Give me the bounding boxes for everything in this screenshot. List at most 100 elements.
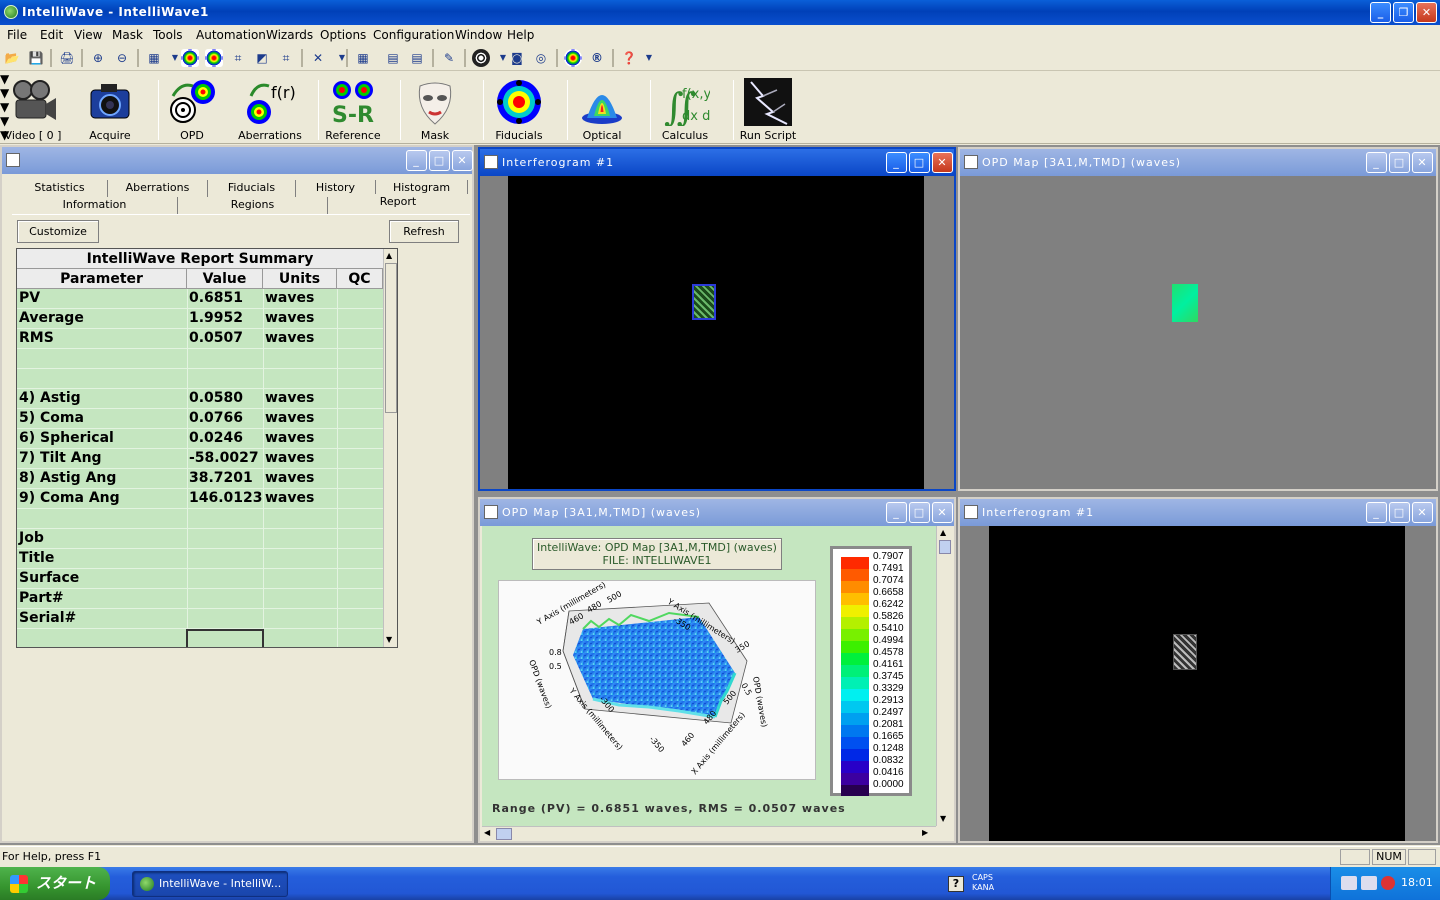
menu-mask[interactable]: Mask (112, 28, 143, 42)
tab-aberrations[interactable]: Aberrations (108, 180, 208, 197)
pencil-icon[interactable]: ✎ (440, 49, 458, 67)
scroll-up-arrow-icon[interactable]: ▲ (940, 528, 946, 537)
ime-status[interactable]: CAPS KANA (972, 873, 994, 893)
scroll-up-arrow-icon[interactable]: ▲ (386, 251, 392, 260)
table-row[interactable]: Job (17, 529, 383, 549)
selected-cell[interactable] (186, 629, 264, 647)
restore-button[interactable]: ❐ (1393, 2, 1414, 23)
column-header-parameter[interactable]: Parameter (17, 269, 187, 289)
scroll-left-arrow-icon[interactable]: ◀ (484, 828, 490, 837)
maximize-button[interactable]: □ (909, 502, 930, 523)
maximize-button[interactable]: □ (429, 150, 450, 171)
minimize-button[interactable]: _ (886, 502, 907, 523)
table-row[interactable]: PV 0.6851 waves (17, 289, 383, 309)
scroll-down-arrow-icon[interactable]: ▼ (386, 635, 392, 644)
lens-icon[interactable]: ◎ (532, 49, 550, 67)
tab-statistics[interactable]: Statistics (12, 180, 108, 197)
tab-information[interactable]: Information (12, 197, 178, 214)
table-row[interactable]: Surface (17, 569, 383, 589)
table-row[interactable]: Part# (17, 589, 383, 609)
tab-report[interactable]: Report (328, 194, 468, 212)
minimize-button[interactable]: _ (1366, 152, 1387, 173)
menu-wizards[interactable]: Wizards (266, 28, 313, 42)
tab-regions[interactable]: Regions (178, 197, 328, 214)
table-row[interactable]: 8) Astig Ang 38.7201 waves (17, 469, 383, 489)
menu-automation[interactable]: Automation (196, 28, 266, 42)
table-row[interactable]: Serial# (17, 609, 383, 629)
start-button[interactable]: スタート (0, 867, 110, 900)
opd-map-window-caption[interactable]: OPD Map [3A1,M,TMD] (waves) _ □ ✕ (480, 499, 954, 526)
maximize-button[interactable]: □ (1389, 502, 1410, 523)
table-row[interactable] (17, 349, 383, 369)
video-tool-button[interactable]: Video [ 0 ] (2, 76, 64, 142)
reference-tool-button[interactable]: S-R Reference (324, 76, 382, 142)
open-icon[interactable]: 📂 (3, 49, 21, 67)
mask-tool-button[interactable]: Mask (406, 76, 464, 142)
menu-view[interactable]: View (74, 28, 102, 42)
scroll-right-arrow-icon[interactable]: ▶ (922, 828, 928, 837)
volume-icon[interactable] (1361, 876, 1377, 890)
scroll-down-arrow-icon[interactable]: ▼ (940, 814, 946, 823)
table-row[interactable] (17, 509, 383, 529)
app-title-bar[interactable]: IntelliWave - IntelliWave1 _ ❐ ✕ (0, 0, 1440, 25)
xz-plot-icon[interactable]: ⌗ (277, 49, 295, 67)
table-row[interactable]: 9) Coma Ang 146.0123 waves (17, 489, 383, 509)
table-row[interactable]: Title (17, 549, 383, 569)
surface-plot[interactable]: 460 480 500 Y Axis (millimeters) Y Axis … (498, 580, 816, 780)
scrollbar-thumb[interactable] (385, 263, 397, 413)
menu-edit[interactable]: Edit (40, 28, 63, 42)
ime-help-icon[interactable]: ? (948, 876, 964, 892)
security-icon[interactable] (1381, 876, 1395, 890)
menu-configuration[interactable]: Configuration (373, 28, 454, 42)
calculus-tool-button[interactable]: ∬ f(x,y) dx dy Calculus (656, 76, 714, 142)
horizontal-scrollbar[interactable]: ◀ ▶ (482, 826, 936, 841)
fiducials-tool-button[interactable]: Fiducials (489, 76, 549, 142)
zoom-out-icon[interactable]: ⊖ (113, 49, 131, 67)
menu-help[interactable]: Help (507, 28, 534, 42)
dropdown-arrow-icon[interactable]: ▼ (640, 49, 658, 67)
close-button[interactable]: ✕ (932, 152, 953, 173)
close-button[interactable]: ✕ (452, 150, 473, 171)
opd-tool-button[interactable]: OPD (164, 76, 220, 142)
customize-button[interactable]: Customize (17, 220, 99, 243)
menu-options[interactable]: Options (320, 28, 366, 42)
opd-map-image[interactable] (960, 176, 1436, 489)
acquire-tool-button[interactable]: Acquire (82, 76, 138, 142)
vertical-scrollbar[interactable]: ▲ ▼ (383, 249, 397, 647)
taskbar-item-intelliwave[interactable]: IntelliWave - IntelliW... (132, 871, 288, 897)
column-header-value[interactable]: Value (187, 269, 263, 289)
report-window-caption[interactable]: _ □ ✕ (2, 147, 473, 174)
document-icon[interactable]: ▤ (408, 49, 426, 67)
dropdown-arrow-icon[interactable]: ▼ (333, 49, 351, 67)
save-icon[interactable]: 💾 (27, 49, 45, 67)
profile-icon[interactable]: ✕ (309, 49, 327, 67)
close-button[interactable]: ✕ (1412, 152, 1433, 173)
clock[interactable]: 18:01 (1401, 876, 1433, 889)
minimize-button[interactable]: _ (886, 152, 907, 173)
grid-icon[interactable]: ▦ (354, 49, 372, 67)
interferogram-window-caption[interactable]: Interferogram #1 _ □ ✕ (480, 149, 954, 176)
interferogram-image[interactable] (989, 526, 1405, 841)
menu-file[interactable]: File (7, 28, 27, 42)
registered-icon[interactable]: ® (588, 49, 606, 67)
menu-window[interactable]: Window (455, 28, 502, 42)
close-button[interactable]: ✕ (932, 502, 953, 523)
interferogram-window-caption[interactable]: Interferogram #1 _ □ ✕ (960, 499, 1436, 526)
scrollbar-thumb[interactable] (496, 828, 512, 840)
column-header-units[interactable]: Units (263, 269, 337, 289)
help-icon[interactable]: ❓ (620, 49, 638, 67)
display-mode-icon[interactable]: ▦ (145, 49, 163, 67)
refresh-button[interactable]: Refresh (389, 220, 459, 243)
close-button[interactable]: ✕ (1412, 502, 1433, 523)
opd-plot-area[interactable]: IntelliWave: OPD Map [3A1,M,TMD] (waves)… (482, 526, 936, 826)
table-row[interactable]: Average 1.9952 waves (17, 309, 383, 329)
contour-map-icon[interactable] (181, 49, 199, 67)
tab-fiducials[interactable]: Fiducials (208, 180, 296, 197)
minimize-button[interactable]: _ (406, 150, 427, 171)
color-wheel-icon[interactable] (564, 49, 582, 67)
table-row[interactable]: 4) Astig 0.0580 waves (17, 389, 383, 409)
column-header-qc[interactable]: QC (337, 269, 383, 289)
aberrations-tool-button[interactable]: f(r) Aberrations (238, 76, 302, 142)
print-icon[interactable]: 🖨 (58, 49, 76, 67)
minimize-button[interactable]: _ (1366, 502, 1387, 523)
